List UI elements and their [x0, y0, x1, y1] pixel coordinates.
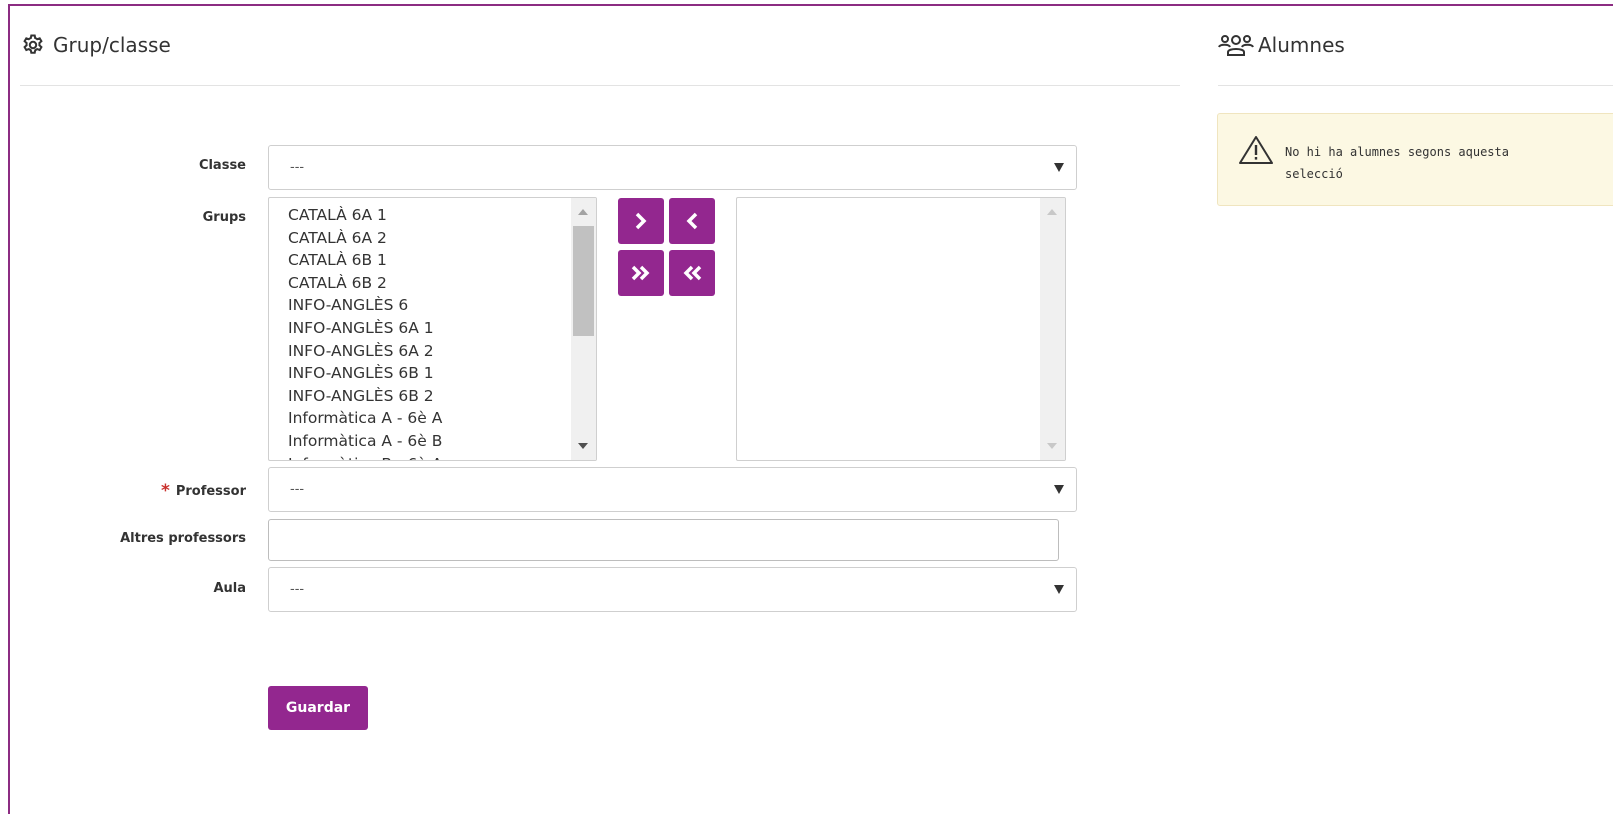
scroll-down-icon[interactable]: [578, 443, 588, 449]
professor-label-text: Professor: [175, 484, 246, 499]
double-chevron-left-icon: [683, 265, 702, 281]
grups-available-listbox[interactable]: CATALÀ 6A 1 CATALÀ 6A 2 CATALÀ 6B 1 CATALÀ …: [268, 197, 597, 461]
chevron-left-icon: [686, 212, 698, 230]
aula-select[interactable]: ---: [268, 567, 1077, 612]
panel-title-text: Alumnes: [1258, 33, 1345, 57]
gear-icon: [21, 33, 45, 57]
list-item[interactable]: INFO-ANGLÈS 6A 1: [288, 317, 596, 340]
chevron-down-icon: [1054, 485, 1064, 494]
listbox-scrollbar[interactable]: [571, 198, 596, 460]
classe-label: Classe: [198, 158, 246, 173]
chevron-right-icon: [635, 212, 647, 230]
warning-icon: [1238, 135, 1274, 169]
scroll-up-icon[interactable]: [578, 209, 588, 215]
list-item[interactable]: CATALÀ 6A 2: [288, 227, 596, 250]
professor-label: * Professor: [6, 480, 246, 501]
move-all-left-button[interactable]: [669, 250, 715, 296]
listbox-scrollbar[interactable]: [1040, 198, 1065, 460]
grups-label: Grups: [202, 210, 246, 225]
panel-title-grup-classe: Grup/classe: [21, 33, 171, 57]
users-icon: [1218, 33, 1254, 57]
altres-professors-input[interactable]: [268, 519, 1059, 561]
required-mark: *: [160, 481, 170, 501]
altres-professors-label: Altres professors: [120, 531, 246, 546]
classe-select-value: ---: [290, 160, 305, 175]
list-item[interactable]: Informàtica B - 6è A: [288, 453, 596, 460]
save-button[interactable]: Guardar: [268, 686, 368, 730]
list-item[interactable]: CATALÀ 6A 1: [288, 204, 596, 227]
list-item[interactable]: INFO-ANGLÈS 6B 2: [288, 385, 596, 408]
list-item[interactable]: INFO-ANGLÈS 6: [288, 294, 596, 317]
aula-label: Aula: [213, 581, 246, 596]
no-students-alert: No hi ha alumnes segons aquesta selecció: [1217, 113, 1613, 206]
aula-select-value: ---: [290, 582, 305, 597]
list-item[interactable]: CATALÀ 6B 1: [288, 249, 596, 272]
scroll-up-icon[interactable]: [1047, 209, 1057, 215]
panel-title-alumnes: Alumnes: [1218, 33, 1345, 57]
chevron-down-icon: [1054, 585, 1064, 594]
chevron-down-icon: [1054, 163, 1064, 172]
list-item[interactable]: Informàtica A - 6è A: [288, 407, 596, 430]
alert-message: No hi ha alumnes segons aquesta selecció: [1285, 145, 1509, 181]
grups-selected-listbox[interactable]: [736, 197, 1066, 461]
panel-title-text: Grup/classe: [53, 33, 171, 57]
divider: [20, 85, 1180, 86]
list-item[interactable]: Informàtica A - 6è B: [288, 430, 596, 453]
move-all-right-button[interactable]: [618, 250, 664, 296]
list-item[interactable]: INFO-ANGLÈS 6A 2: [288, 340, 596, 363]
scroll-thumb[interactable]: [573, 226, 594, 336]
divider: [1218, 85, 1613, 86]
list-item[interactable]: CATALÀ 6B 2: [288, 272, 596, 295]
move-left-button[interactable]: [669, 198, 715, 244]
double-chevron-right-icon: [631, 265, 650, 281]
scroll-down-icon[interactable]: [1047, 443, 1057, 449]
professor-select-value: ---: [290, 482, 305, 497]
move-right-button[interactable]: [618, 198, 664, 244]
list-item[interactable]: INFO-ANGLÈS 6B 1: [288, 362, 596, 385]
professor-select[interactable]: ---: [268, 467, 1077, 512]
classe-select[interactable]: ---: [268, 145, 1077, 190]
